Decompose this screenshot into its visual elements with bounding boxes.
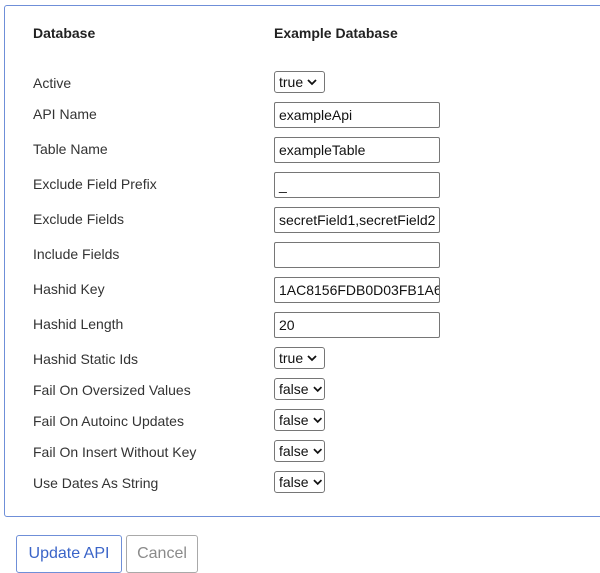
column-header-database: Database — [33, 25, 96, 41]
chevron-down-icon — [307, 355, 317, 362]
chevron-down-icon — [312, 479, 322, 486]
update-api-button[interactable]: Update API — [16, 535, 122, 573]
hashid-key-label: Hashid Key — [33, 281, 105, 297]
use-dates-as-string-label: Use Dates As String — [33, 475, 159, 491]
hashid-length-label: Hashid Length — [33, 316, 124, 332]
fail-on-oversized-values-label: Fail On Oversized Values — [33, 382, 191, 398]
table-name-input[interactable]: exampleTable — [274, 137, 440, 163]
active-label: Active — [33, 75, 72, 91]
fail-on-autoinc-updates-select[interactable]: false — [274, 409, 325, 431]
active-select[interactable]: true — [274, 71, 325, 93]
chevron-down-icon — [312, 417, 322, 424]
use-dates-as-string-value: false — [279, 474, 309, 490]
hashid-static-ids-select[interactable]: true — [274, 347, 325, 369]
fail-on-autoinc-updates-label: Fail On Autoinc Updates — [33, 413, 184, 429]
cancel-button[interactable]: Cancel — [126, 535, 198, 573]
hashid-length-input[interactable]: 20 — [274, 312, 440, 338]
fail-on-autoinc-updates-value: false — [279, 412, 309, 428]
fail-on-oversized-values-value: false — [279, 381, 309, 397]
active-select-value: true — [279, 74, 304, 90]
table-name-label: Table Name — [33, 141, 108, 157]
hashid-static-ids-value: true — [279, 350, 304, 366]
fail-on-insert-without-key-select[interactable]: false — [274, 440, 325, 462]
include-fields-input[interactable] — [274, 242, 440, 268]
fail-on-insert-without-key-label: Fail On Insert Without Key — [33, 444, 197, 460]
exclude-field-prefix-input[interactable]: _ — [274, 172, 440, 198]
fail-on-insert-without-key-value: false — [279, 443, 309, 459]
chevron-down-icon — [312, 448, 322, 455]
hashid-static-ids-label: Hashid Static Ids — [33, 351, 139, 367]
fail-on-oversized-values-select[interactable]: false — [274, 378, 325, 400]
use-dates-as-string-select[interactable]: false — [274, 471, 325, 493]
column-header-database-name: Example Database — [274, 25, 398, 41]
chevron-down-icon — [307, 79, 317, 86]
api-name-label: API Name — [33, 106, 97, 122]
exclude-field-prefix-label: Exclude Field Prefix — [33, 176, 157, 192]
exclude-fields-input[interactable]: secretField1,secretField2 — [274, 207, 440, 233]
chevron-down-icon — [312, 386, 322, 393]
api-name-input[interactable]: exampleApi — [274, 102, 440, 128]
exclude-fields-label: Exclude Fields — [33, 211, 125, 227]
include-fields-label: Include Fields — [33, 246, 120, 262]
hashid-key-input[interactable]: 1AC8156FDB0D03FB1A6F4 — [274, 277, 440, 303]
